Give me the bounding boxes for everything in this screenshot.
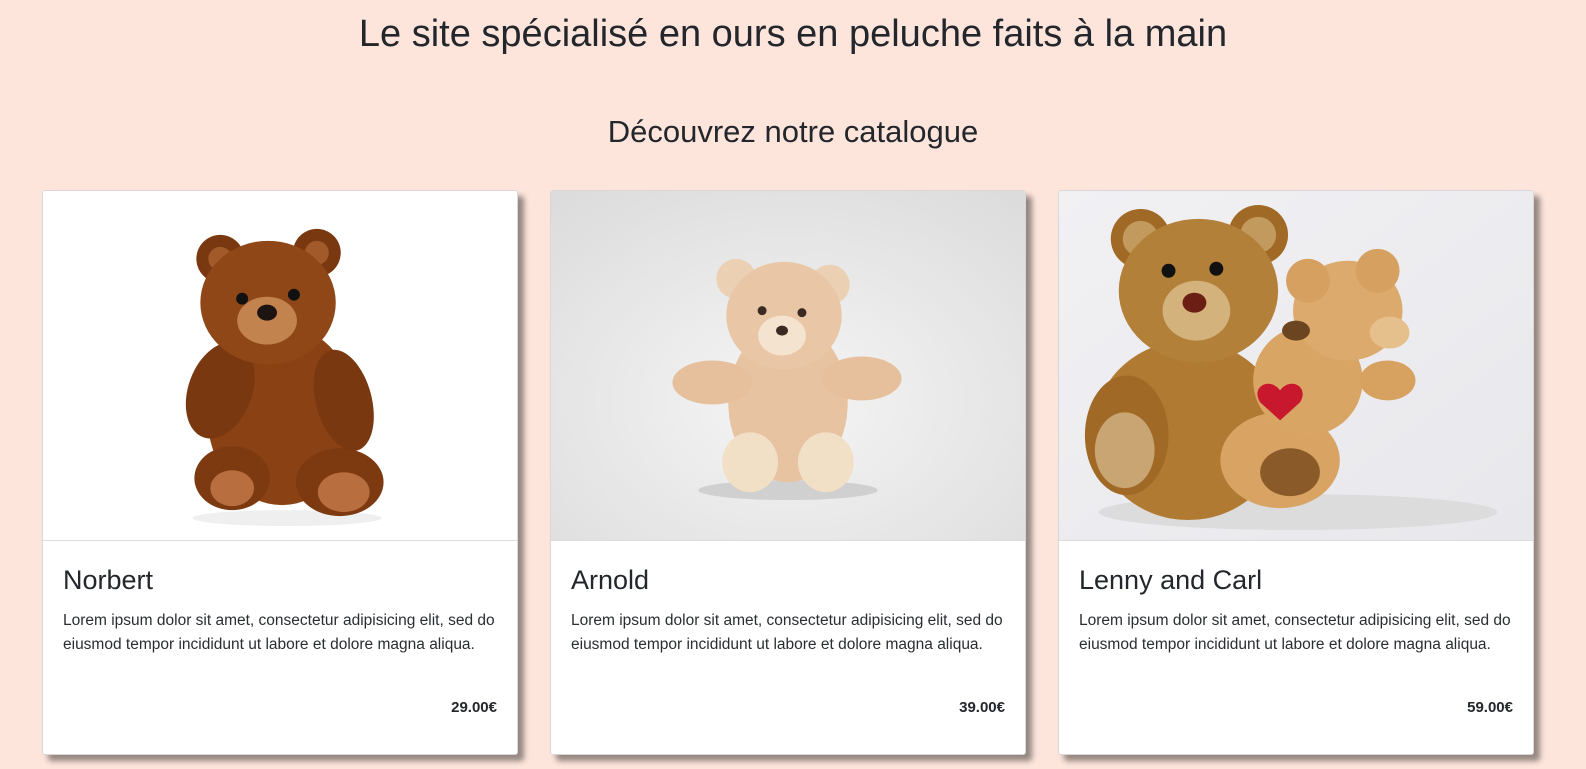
product-name[interactable]: Norbert	[63, 561, 497, 599]
product-card-norbert[interactable]: Norbert Lorem ipsum dolor sit amet, cons…	[42, 190, 518, 755]
product-description: Lorem ipsum dolor sit amet, consectetur …	[571, 612, 1003, 653]
catalog-heading: Découvrez notre catalogue	[607, 114, 979, 149]
product-name[interactable]: Lenny and Carl	[1079, 561, 1513, 599]
product-card-arnold[interactable]: Arnold Lorem ipsum dolor sit amet, conse…	[550, 190, 1026, 755]
product-catalog: Norbert Lorem ipsum dolor sit amet, cons…	[42, 190, 1534, 755]
product-card-body: Lenny and Carl Lorem ipsum dolor sit ame…	[1059, 541, 1533, 657]
site-title: Le site spécialisé en ours en peluche fa…	[358, 13, 1228, 55]
product-name[interactable]: Arnold	[571, 561, 1005, 599]
product-card-body: Arnold Lorem ipsum dolor sit amet, conse…	[551, 541, 1025, 657]
product-card-body: Norbert Lorem ipsum dolor sit amet, cons…	[43, 541, 517, 657]
product-price: 59.00€	[1467, 699, 1513, 716]
product-image-norbert[interactable]	[43, 191, 517, 541]
product-image-lenny-and-carl[interactable]	[1059, 191, 1533, 541]
product-card-lenny-and-carl[interactable]: Lenny and Carl Lorem ipsum dolor sit ame…	[1058, 190, 1534, 755]
product-image-arnold[interactable]	[551, 191, 1025, 541]
product-price: 39.00€	[959, 699, 1005, 716]
product-price: 29.00€	[451, 699, 497, 716]
product-description: Lorem ipsum dolor sit amet, consectetur …	[1079, 612, 1511, 653]
product-description: Lorem ipsum dolor sit amet, consectetur …	[63, 612, 495, 653]
